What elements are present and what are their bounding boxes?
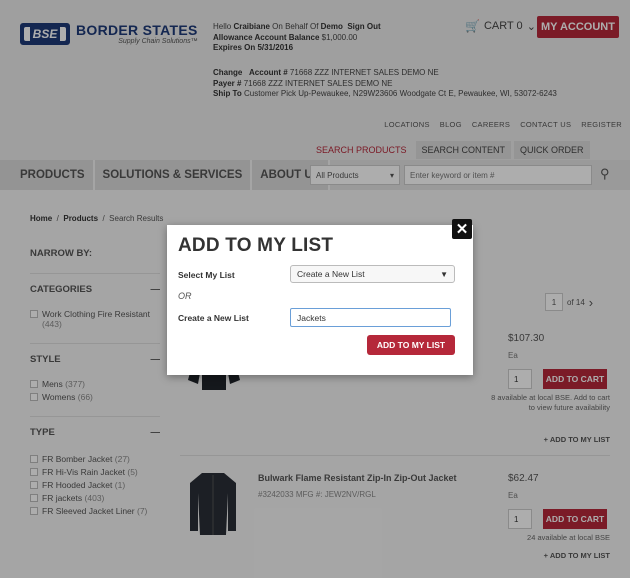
add-to-my-list-button[interactable]: ADD TO MY LIST [367,335,455,355]
add-to-list-modal: ADD TO MY LIST Select My List Create a N… [167,225,473,375]
list-select-value: Create a New List [297,269,365,279]
close-icon[interactable]: ✕ [452,219,472,239]
modal-title: ADD TO MY LIST [178,235,334,256]
create-list-label: Create a New List [178,313,249,323]
or-divider: OR [178,291,192,301]
new-list-name-input[interactable] [290,308,451,327]
select-list-label: Select My List [178,270,235,280]
list-select[interactable]: Create a New List ▼ [290,265,455,283]
chevron-down-icon: ▼ [440,269,448,279]
